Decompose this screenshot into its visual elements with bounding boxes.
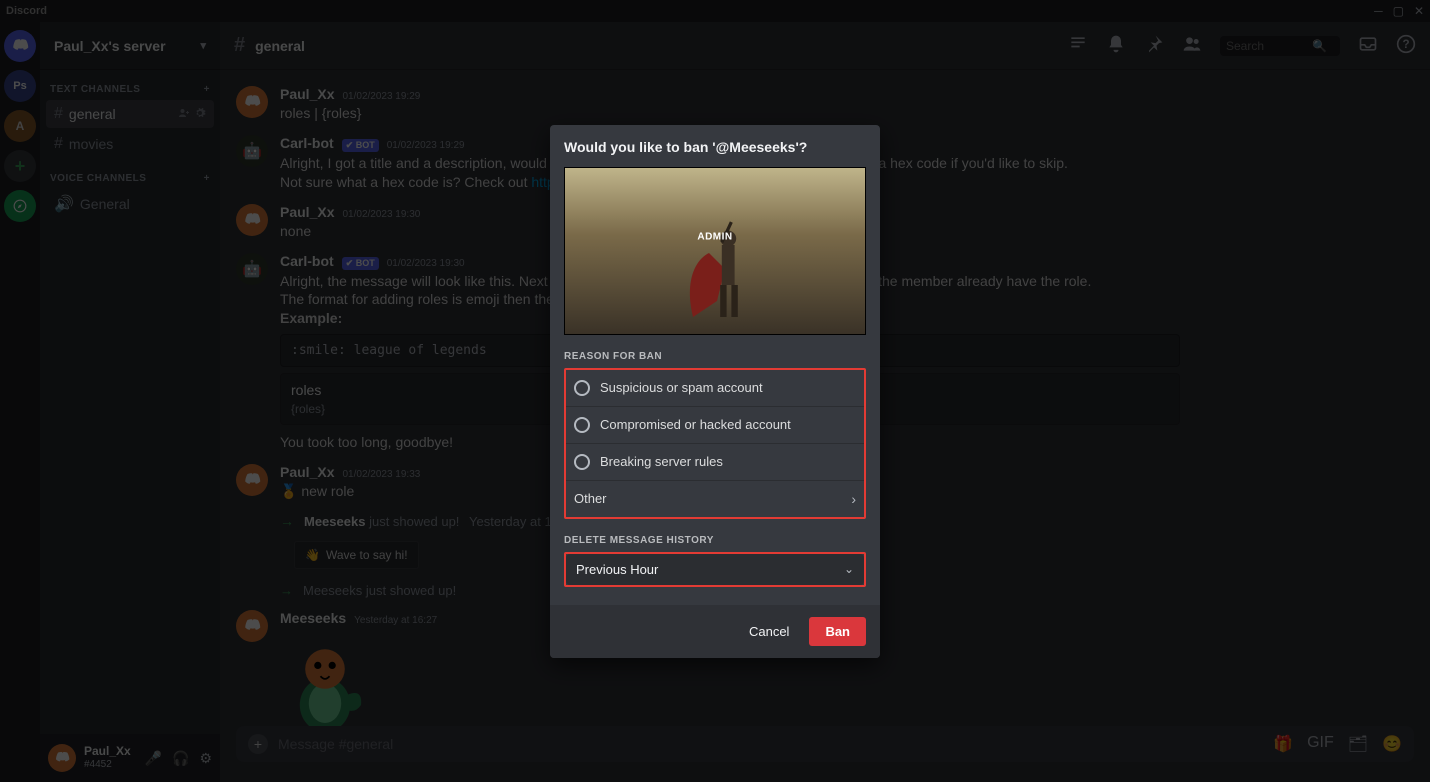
reason-option-other[interactable]: Other › <box>566 481 864 517</box>
delete-history-highlight: Previous Hour ⌄ <box>564 552 866 587</box>
ban-modal: Would you like to ban '@Meeseeks'? ADMIN… <box>550 125 880 658</box>
reason-option-suspicious[interactable]: Suspicious or spam account <box>566 370 864 407</box>
chevron-down-icon: ⌄ <box>844 562 854 576</box>
reason-option-breaking-rules[interactable]: Breaking server rules <box>566 444 864 481</box>
radio-icon <box>574 417 590 433</box>
reason-label: REASON FOR BAN <box>564 351 866 362</box>
radio-icon <box>574 380 590 396</box>
admin-label: ADMIN <box>697 232 732 243</box>
delete-history-label: DELETE MESSAGE HISTORY <box>564 535 866 546</box>
modal-backdrop[interactable]: Would you like to ban '@Meeseeks'? ADMIN… <box>0 0 1430 782</box>
reason-option-compromised[interactable]: Compromised or hacked account <box>566 407 864 444</box>
modal-footer: Cancel Ban <box>550 605 880 658</box>
reason-list-highlight: Suspicious or spam account Compromised o… <box>564 368 866 519</box>
delete-history-select[interactable]: Previous Hour ⌄ <box>566 554 864 585</box>
cancel-button[interactable]: Cancel <box>741 618 797 645</box>
ban-button[interactable]: Ban <box>809 617 866 646</box>
radio-icon <box>574 454 590 470</box>
ban-image: ADMIN <box>564 167 866 335</box>
chevron-right-icon: › <box>851 491 856 507</box>
modal-title: Would you like to ban '@Meeseeks'? <box>564 139 866 155</box>
